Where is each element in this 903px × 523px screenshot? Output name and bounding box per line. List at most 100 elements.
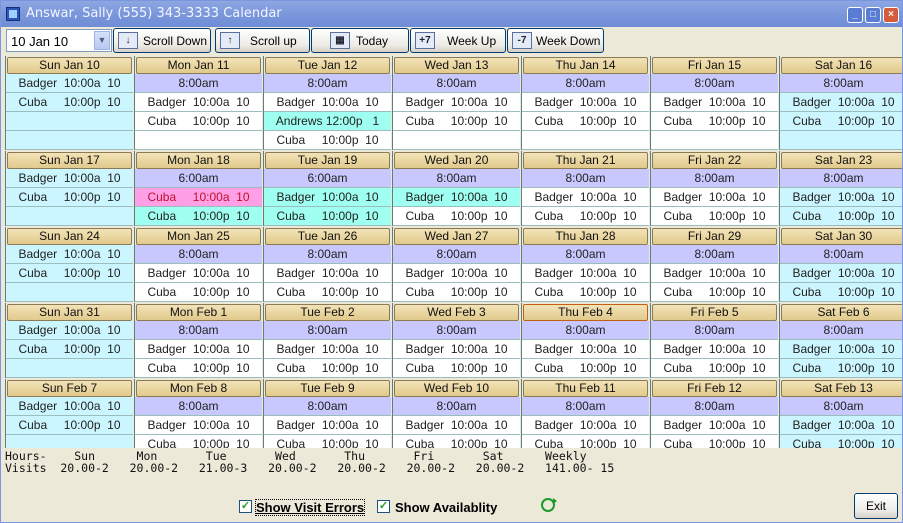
day-column[interactable]: Sat Jan 30 8:00am Badger 10:00a 10 Cuba 10:… (779, 227, 902, 302)
appointment-slot[interactable]: Badger 10:00a 10 (393, 188, 520, 207)
appointment-slot[interactable]: Cuba 10:00p 10 (780, 283, 902, 302)
appointment-slot[interactable]: Cuba 10:00p 10 (6, 340, 133, 359)
day-header[interactable]: Mon Jan 11 (136, 57, 261, 74)
appointment-slot[interactable]: 8:00am (651, 169, 778, 188)
day-header[interactable]: Thu Feb 11 (523, 380, 648, 397)
appointment-slot[interactable]: Cuba 10:00p 10 (393, 207, 520, 226)
appointment-slot[interactable]: 8:00am (264, 74, 391, 93)
day-header[interactable]: Mon Feb 1 (136, 304, 261, 321)
scroll-down-button[interactable]: ↓ Scroll Down (113, 28, 211, 53)
appointment-slot[interactable]: Cuba 10:00p 10 (264, 435, 391, 448)
scroll-up-button[interactable]: ↑ Scroll up (215, 28, 310, 53)
appointment-slot[interactable]: Badger 10:00a 10 (780, 93, 902, 112)
day-header[interactable]: Mon Jan 25 (136, 228, 261, 245)
appointment-slot[interactable]: Badger 10:00a 10 (393, 416, 520, 435)
day-header[interactable]: Fri Feb 5 (652, 304, 777, 321)
appointment-slot[interactable]: Cuba 10:00p 10 (522, 359, 649, 378)
day-header[interactable]: Wed Jan 13 (394, 57, 519, 74)
appointment-slot[interactable]: Badger 10:00a 10 (522, 264, 649, 283)
day-column[interactable]: Mon Jan 18 6:00am Cuba 10:00a 10 Cuba 10:00… (134, 151, 262, 226)
appointment-slot[interactable]: Badger 10:00a 10 (135, 340, 262, 359)
day-column[interactable]: Fri Jan 15 8:00am Badger 10:00a 10 Cuba 10:… (650, 56, 778, 150)
appointment-slot[interactable]: Badger 10:00a 10 (393, 264, 520, 283)
appointment-slot[interactable]: Badger 10:00a 10 (780, 340, 902, 359)
appointment-slot[interactable]: Cuba 10:00p 10 (264, 283, 391, 302)
appointment-slot[interactable]: 8:00am (522, 169, 649, 188)
day-header[interactable]: Wed Feb 10 (394, 380, 519, 397)
appointment-slot[interactable]: Cuba 10:00p 10 (264, 207, 391, 226)
appointment-slot[interactable]: Badger 10:00a 10 (264, 93, 391, 112)
day-column[interactable]: Sun Feb 7 Badger 10:00a 10 Cuba 10:00p 10 (5, 379, 133, 448)
day-header[interactable]: Tue Feb 2 (265, 304, 390, 321)
appointment-slot[interactable]: Cuba 10:00p 10 (6, 264, 133, 283)
day-column[interactable]: Mon Feb 8 8:00am Badger 10:00a 10 Cuba 10:0… (134, 379, 262, 448)
show-visit-errors-checkbox[interactable]: ✓ (239, 500, 252, 513)
appointment-slot[interactable]: Badger 10:00a 10 (393, 93, 520, 112)
appointment-slot[interactable]: 8:00am (651, 397, 778, 416)
maximize-icon[interactable]: □ (865, 7, 881, 23)
day-column[interactable]: Wed Jan 13 8:00am Badger 10:00a 10 Cuba 10:… (392, 56, 520, 150)
day-column[interactable]: Sat Feb 13 8:00am Badger 10:00a 10 Cuba 10:… (779, 379, 902, 448)
day-column[interactable]: Tue Jan 19 6:00am Badger 10:00a 10 Cuba 10:… (263, 151, 391, 226)
day-column[interactable]: Thu Jan 28 8:00am Badger 10:00a 10 Cuba 10:… (521, 227, 649, 302)
day-column[interactable]: Fri Jan 29 8:00am Badger 10:00a 10 Cuba 10:… (650, 227, 778, 302)
appointment-slot[interactable]: Cuba 10:00p 10 (393, 283, 520, 302)
appointment-slot[interactable]: 8:00am (651, 245, 778, 264)
appointment-slot[interactable]: Badger 10:00a 10 (522, 340, 649, 359)
appointment-slot[interactable]: Badger 10:00a 10 (264, 188, 391, 207)
day-header[interactable]: Thu Jan 28 (523, 228, 648, 245)
show-visit-errors-label[interactable]: Show Visit Errors (254, 499, 366, 516)
day-column[interactable]: Tue Jan 26 8:00am Badger 10:00a 10 Cuba 10:… (263, 227, 391, 302)
appointment-slot[interactable]: Andrews 12:00p 1 (264, 112, 391, 131)
appointment-slot[interactable]: Cuba 10:00p 10 (522, 435, 649, 448)
appointment-slot[interactable]: 8:00am (522, 397, 649, 416)
appointment-slot[interactable]: 8:00am (135, 321, 262, 340)
appointment-slot[interactable]: Badger 10:00a 10 (780, 188, 902, 207)
day-header[interactable]: Sat Jan 23 (781, 152, 902, 169)
appointment-slot[interactable]: Cuba 10:00p 10 (135, 283, 262, 302)
appointment-slot[interactable]: 8:00am (522, 245, 649, 264)
day-column[interactable]: Thu Feb 4 8:00am Badger 10:00a 10 Cuba 10:0… (521, 303, 649, 378)
day-header[interactable]: Tue Jan 19 (265, 152, 390, 169)
day-header[interactable]: Thu Jan 14 (523, 57, 648, 74)
day-header[interactable]: Wed Jan 20 (394, 152, 519, 169)
appointment-slot[interactable]: Cuba 10:00p 10 (393, 435, 520, 448)
empty-slot[interactable] (6, 435, 133, 448)
appointment-slot[interactable]: Cuba 10:00p 10 (6, 416, 133, 435)
appointment-slot[interactable]: 8:00am (522, 74, 649, 93)
week-down-button[interactable]: -7 Week Down (507, 28, 604, 53)
appointment-slot[interactable]: Cuba 10:00p 10 (6, 93, 133, 112)
day-header[interactable]: Fri Jan 29 (652, 228, 777, 245)
appointment-slot[interactable]: Cuba 10:00p 10 (6, 188, 133, 207)
day-column[interactable]: Mon Feb 1 8:00am Badger 10:00a 10 Cuba 10:0… (134, 303, 262, 378)
day-column[interactable]: Sat Jan 16 8:00am Badger 10:00a 10 Cuba 10:… (779, 56, 902, 150)
day-header[interactable]: Sat Feb 6 (781, 304, 902, 321)
appointment-slot[interactable]: 8:00am (135, 397, 262, 416)
appointment-slot[interactable]: Cuba 10:00p 10 (264, 359, 391, 378)
appointment-slot[interactable]: 8:00am (651, 74, 778, 93)
appointment-slot[interactable]: 8:00am (135, 74, 262, 93)
appointment-slot[interactable]: 8:00am (522, 321, 649, 340)
day-column[interactable]: Sun Jan 24 Badger 10:00a 10 Cuba 10:00p 10 (5, 227, 133, 302)
appointment-slot[interactable]: Badger 10:00a 10 (393, 340, 520, 359)
appointment-slot[interactable]: 6:00am (135, 169, 262, 188)
chevron-down-icon[interactable]: ▼ (94, 31, 110, 50)
appointment-slot[interactable]: Cuba 10:00p 10 (780, 359, 902, 378)
day-column[interactable]: Tue Jan 12 8:00am Badger 10:00a 10 Andrews … (263, 56, 391, 150)
appointment-slot[interactable]: 8:00am (780, 397, 902, 416)
appointment-slot[interactable]: Badger 10:00a 10 (6, 169, 133, 188)
day-column[interactable]: Wed Feb 10 8:00am Badger 10:00a 10 Cuba 10:… (392, 379, 520, 448)
day-header[interactable]: Sat Jan 30 (781, 228, 902, 245)
today-button[interactable]: ▦ Today (311, 28, 409, 53)
day-header[interactable]: Fri Feb 12 (652, 380, 777, 397)
day-column[interactable]: Thu Jan 21 8:00am Badger 10:00a 10 Cuba 10:… (521, 151, 649, 226)
appointment-slot[interactable]: Badger 10:00a 10 (264, 340, 391, 359)
appointment-slot[interactable]: 8:00am (780, 321, 902, 340)
day-header[interactable]: Sun Jan 24 (7, 228, 132, 245)
day-column[interactable]: Fri Feb 5 8:00am Badger 10:00a 10 Cuba 10:0… (650, 303, 778, 378)
day-header[interactable]: Sun Jan 10 (7, 57, 132, 74)
day-column[interactable]: Thu Feb 11 8:00am Badger 10:00a 10 Cuba 10:… (521, 379, 649, 448)
appointment-slot[interactable]: 8:00am (393, 397, 520, 416)
appointment-slot[interactable]: Badger 10:00a 10 (264, 264, 391, 283)
empty-slot[interactable] (6, 359, 133, 378)
